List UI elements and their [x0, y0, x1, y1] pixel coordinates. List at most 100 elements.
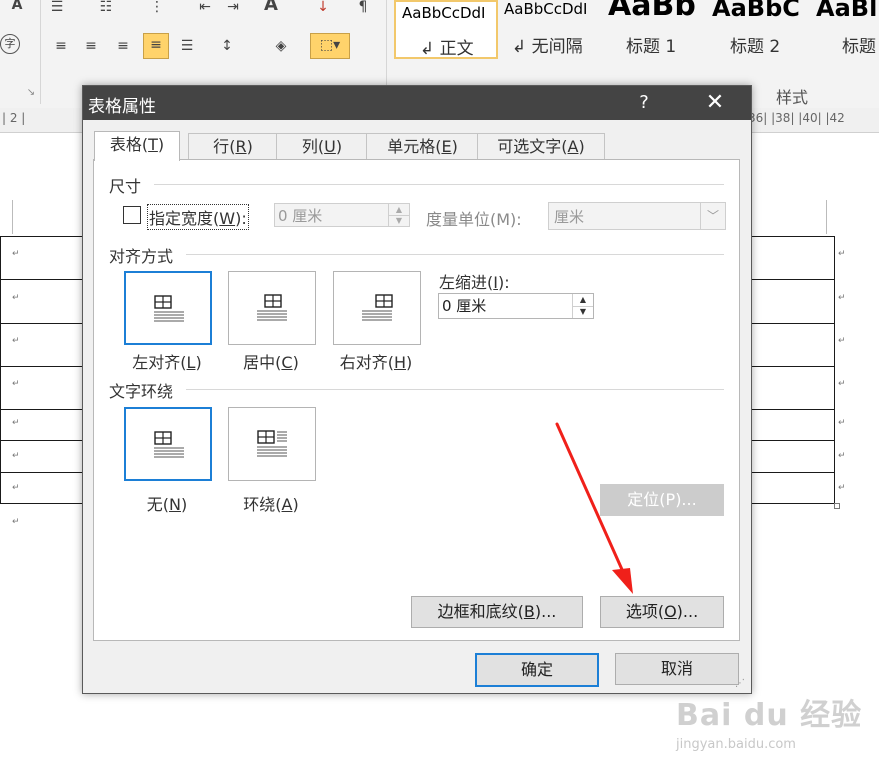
indent-text: 左缩进	[439, 273, 488, 292]
align-right-key: H	[393, 353, 407, 372]
paragraph-mark-icon: ↵	[12, 336, 20, 346]
watermark-logo: Bai du 经验	[676, 698, 863, 733]
increase-indent-icon[interactable]: ⇥	[222, 0, 244, 18]
align-center-icon[interactable]: ≡	[80, 35, 102, 57]
justify-icon[interactable]: ≡	[143, 33, 169, 59]
wrap-around-key: A	[281, 495, 293, 514]
spin-down-icon[interactable]: ▼	[573, 306, 593, 318]
tab-cell[interactable]: 单元格(E)	[366, 133, 479, 160]
align-right-text: 右对齐	[339, 353, 388, 372]
tab-row[interactable]: 行(R)	[188, 133, 278, 160]
section-divider	[186, 254, 724, 255]
style-name: ↲ 无间隔	[512, 37, 583, 57]
section-divider	[186, 389, 724, 390]
tab-column[interactable]: 列(U)	[276, 133, 368, 160]
align-right-option[interactable]	[333, 271, 421, 345]
paragraph-mark-icon: ↵	[12, 293, 20, 303]
font-dialog-launcher-icon[interactable]: ↘	[20, 82, 42, 104]
paragraph-mark-icon: ↵	[12, 483, 20, 493]
size-section-title: 尺寸	[109, 177, 142, 196]
enclose-char-icon[interactable]: 字	[0, 34, 20, 54]
align-left-option[interactable]	[124, 271, 212, 345]
close-button[interactable]: ✕	[693, 88, 737, 118]
decrease-indent-icon[interactable]: ⇤	[194, 0, 216, 18]
align-center-option[interactable]	[228, 271, 316, 345]
style-heading-1[interactable]: AaBb 标题 1	[602, 0, 698, 57]
tab-label: 单元格	[387, 137, 436, 156]
style-name: 标题	[842, 37, 876, 57]
dialog-title: 表格属性	[88, 97, 156, 117]
borders-and-shading-button[interactable]: 边框和底纹(B)...	[411, 596, 583, 628]
paragraph-mark-icon: ↵	[12, 418, 20, 428]
font-color-icon[interactable]: A	[6, 0, 28, 16]
preferred-width-key: W	[219, 209, 236, 228]
paragraph-mark-icon: ↵	[838, 379, 846, 389]
positioning-button[interactable]: 定位(P)...	[600, 484, 724, 516]
tab-key: R	[235, 137, 247, 156]
paragraph-mark-icon: ↵	[12, 379, 20, 389]
wrap-around-label: 环绕(A)	[243, 495, 299, 514]
multilevel-list-icon[interactable]: ⋮	[146, 0, 168, 18]
ok-button[interactable]: 确定	[475, 653, 599, 687]
tab-label: 行	[213, 137, 230, 156]
wrap-none-icon	[154, 431, 184, 458]
paragraph-mark-icon: ↵	[838, 249, 846, 259]
preferred-width-text: 指定宽度	[149, 209, 214, 228]
spin-down-icon[interactable]: ▼	[389, 215, 409, 226]
style-title[interactable]: AaBl 标题	[810, 0, 879, 57]
help-button[interactable]: ?	[631, 90, 657, 116]
tab-table[interactable]: 表格(T)	[94, 131, 180, 161]
align-center-icon	[257, 294, 287, 321]
resize-grip-icon[interactable]: ⋰	[735, 678, 745, 689]
align-center-text: 居中	[243, 353, 276, 372]
paragraph-mark-icon: ↵	[838, 418, 846, 428]
borders-suffix: ...	[541, 602, 557, 621]
style-normal[interactable]: AaBbCcDdI ↲ 正文	[394, 0, 498, 59]
tab-label: 列	[301, 137, 318, 156]
cancel-button[interactable]: 取消	[615, 653, 739, 685]
width-spinner[interactable]: 0 厘米 ▲ ▼	[274, 203, 410, 227]
spinner-buttons: ▲ ▼	[388, 204, 409, 226]
table-properties-dialog: 表格属性 ? ✕ 表格(T) 行(R) 列(U) 单元格(E) 可选文字(A) …	[82, 85, 752, 694]
style-name: 标题 2	[730, 37, 781, 57]
tab-alt-text[interactable]: 可选文字(A)	[477, 133, 605, 160]
bullets-icon[interactable]: ☰	[46, 0, 68, 18]
align-left-icon[interactable]: ≡	[50, 35, 72, 57]
sort-icon[interactable]: ↓	[312, 0, 334, 18]
align-center-label: 居中(C)	[243, 353, 299, 372]
style-heading-2[interactable]: AaBbC 标题 2	[706, 0, 802, 57]
paragraph-mark-icon: ↵	[12, 451, 20, 461]
options-button[interactable]: 选项(O)...	[600, 596, 724, 628]
table-resize-handle[interactable]	[834, 503, 840, 509]
measure-unit-value: 厘米	[554, 208, 585, 226]
ruler-right-ticks: 36| |38| |40| |42	[748, 111, 845, 125]
char-shading-icon[interactable]: A	[260, 0, 282, 16]
shading-icon[interactable]: ◈	[270, 35, 292, 57]
wrap-none-option[interactable]	[124, 407, 212, 481]
tab-key: A	[567, 137, 579, 156]
indent-label: 左缩进(I):	[439, 273, 510, 292]
paragraph-mark-icon: ↵	[838, 336, 846, 346]
measure-unit-select[interactable]: 厘米 ﹀	[548, 202, 726, 230]
indent-spinner[interactable]: 0 厘米 ▲ ▼	[438, 293, 594, 319]
line-spacing-icon[interactable]: ↕	[216, 35, 238, 57]
indent-suffix: :	[504, 273, 510, 292]
align-right-icon[interactable]: ≡	[112, 35, 134, 57]
preferred-width-checkbox[interactable]	[123, 206, 141, 224]
width-value: 0 厘米	[278, 207, 323, 225]
style-no-spacing[interactable]: AaBbCcDdI ↲ 无间隔	[498, 0, 602, 57]
numbering-icon[interactable]: ☷	[95, 0, 117, 18]
preferred-width-label[interactable]: 指定宽度(W):	[147, 204, 249, 230]
align-left-icon	[154, 295, 184, 322]
borders-icon[interactable]: ⬚▾	[310, 33, 350, 59]
wrap-around-option[interactable]	[228, 407, 316, 481]
indent-value: 0 厘米	[442, 297, 487, 315]
distributed-icon[interactable]: ☰	[176, 35, 198, 57]
show-marks-icon[interactable]: ¶	[352, 0, 374, 18]
options-key: O	[664, 602, 677, 621]
ribbon-separator	[40, 0, 41, 104]
dialog-title-bar[interactable]: 表格属性 ? ✕	[83, 86, 751, 120]
measure-unit-label: 度量单位(M):	[426, 210, 522, 229]
preferred-width-suffix: :	[241, 209, 247, 228]
style-name: ↲ 正文	[420, 39, 474, 59]
